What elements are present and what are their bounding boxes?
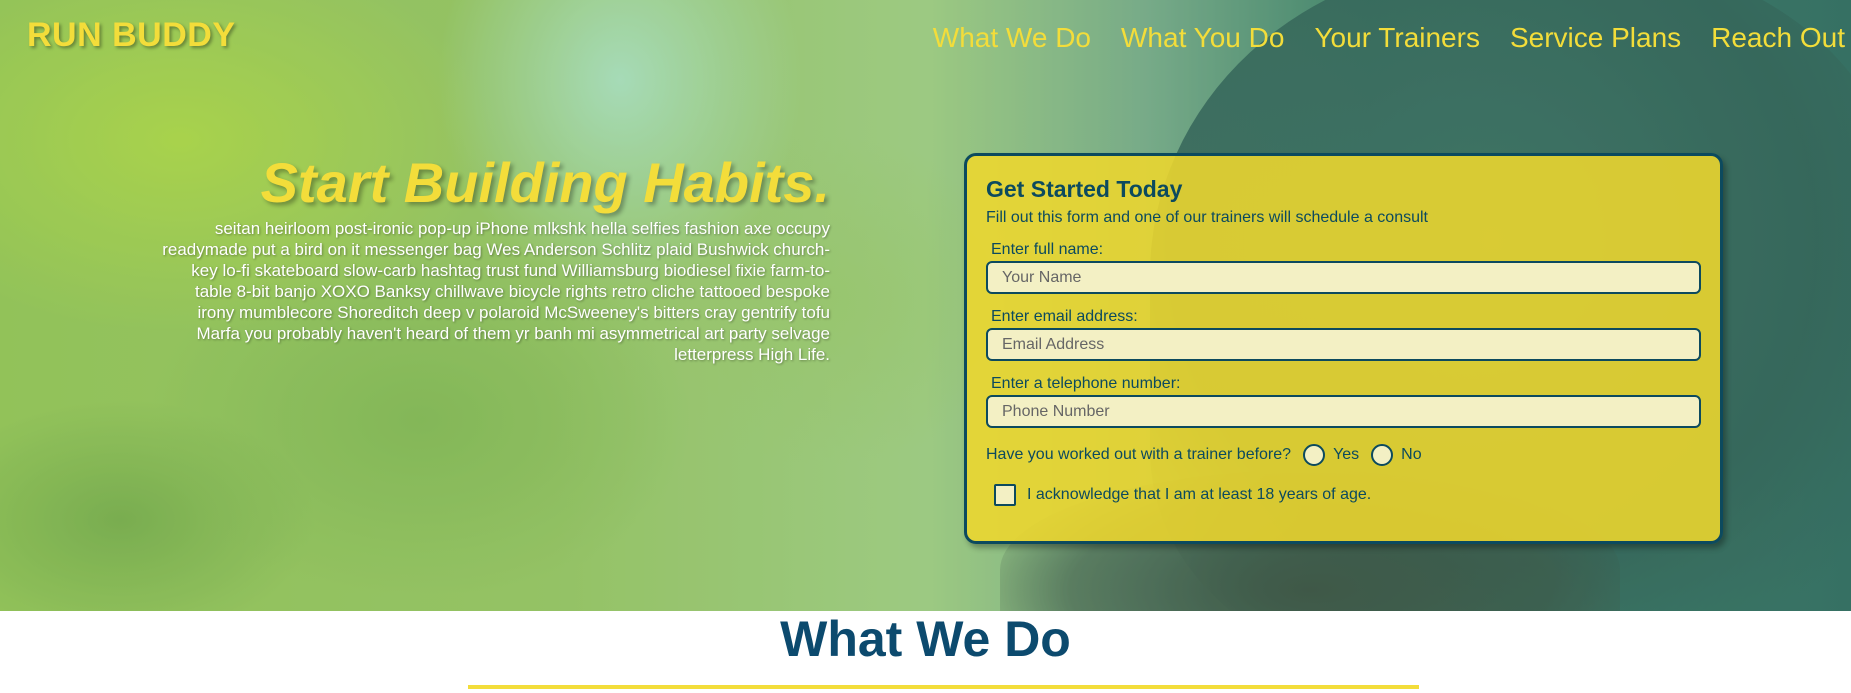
hero-title: Start Building Habits. bbox=[260, 151, 830, 214]
trainer-question-row: Have you worked out with a trainer befor… bbox=[986, 444, 1701, 466]
age-ack-checkbox[interactable] bbox=[994, 484, 1016, 506]
main-nav: What We Do What You Do Your Trainers Ser… bbox=[933, 22, 1845, 54]
name-field-group: Enter full name: bbox=[986, 241, 1701, 294]
radio-no[interactable] bbox=[1371, 444, 1394, 466]
form-title: Get Started Today bbox=[986, 176, 1183, 202]
email-field-group: Enter email address: bbox=[986, 308, 1701, 361]
section-divider bbox=[468, 685, 1419, 689]
nav-item-reach-out[interactable]: Reach Out bbox=[1711, 22, 1845, 54]
nav-item-what-you-do[interactable]: What You Do bbox=[1121, 22, 1284, 54]
name-label: Enter full name: bbox=[991, 241, 1104, 258]
hero-text: Start Building Habits. seitan heirloom p… bbox=[160, 152, 830, 365]
signup-form-card: Get Started Today Fill out this form and… bbox=[964, 153, 1723, 544]
phone-input[interactable] bbox=[986, 395, 1701, 428]
radio-yes[interactable] bbox=[1303, 444, 1326, 466]
brand-logo[interactable]: RUN BUDDY bbox=[27, 16, 236, 55]
hero-body: seitan heirloom post-ironic pop-up iPhon… bbox=[162, 218, 830, 364]
radio-yes-label: Yes bbox=[1333, 446, 1360, 463]
age-ack-label: I acknowledge that I am at least 18 year… bbox=[1027, 486, 1372, 503]
name-input[interactable] bbox=[986, 261, 1701, 294]
age-ack-row: I acknowledge that I am at least 18 year… bbox=[986, 484, 1701, 506]
nav-item-what-we-do[interactable]: What We Do bbox=[933, 22, 1091, 54]
email-label: Enter email address: bbox=[991, 308, 1138, 325]
section-title: What We Do bbox=[780, 611, 1071, 667]
radio-no-label: No bbox=[1401, 446, 1422, 463]
phone-label: Enter a telephone number: bbox=[991, 375, 1181, 392]
nav-item-service-plans[interactable]: Service Plans bbox=[1510, 22, 1681, 54]
phone-field-group: Enter a telephone number: bbox=[986, 375, 1701, 428]
trainer-question-label: Have you worked out with a trainer befor… bbox=[986, 446, 1292, 463]
email-input[interactable] bbox=[986, 328, 1701, 361]
form-subtitle: Fill out this form and one of our traine… bbox=[986, 209, 1428, 226]
nav-item-your-trainers[interactable]: Your Trainers bbox=[1314, 22, 1480, 54]
